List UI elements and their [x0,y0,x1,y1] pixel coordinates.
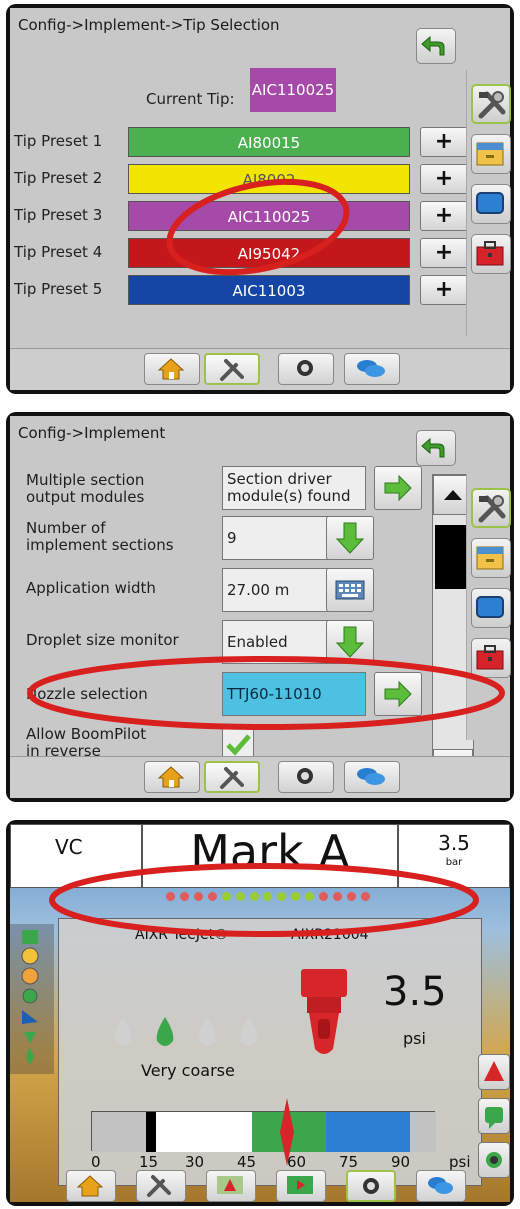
tip-selection-panel: Config->Implement->Tip Selection Current… [6,4,514,394]
highlight-ellipse [49,863,479,937]
implement-panel: Config->Implement Multiple section outpu… [6,412,514,802]
highlight-ellipse [166,178,350,276]
droplet-monitor-panel: VC Mark A 3.5 bar AIXR TeeJet® AIXR21004… [6,820,514,1206]
highlight-ellipse [27,656,505,730]
